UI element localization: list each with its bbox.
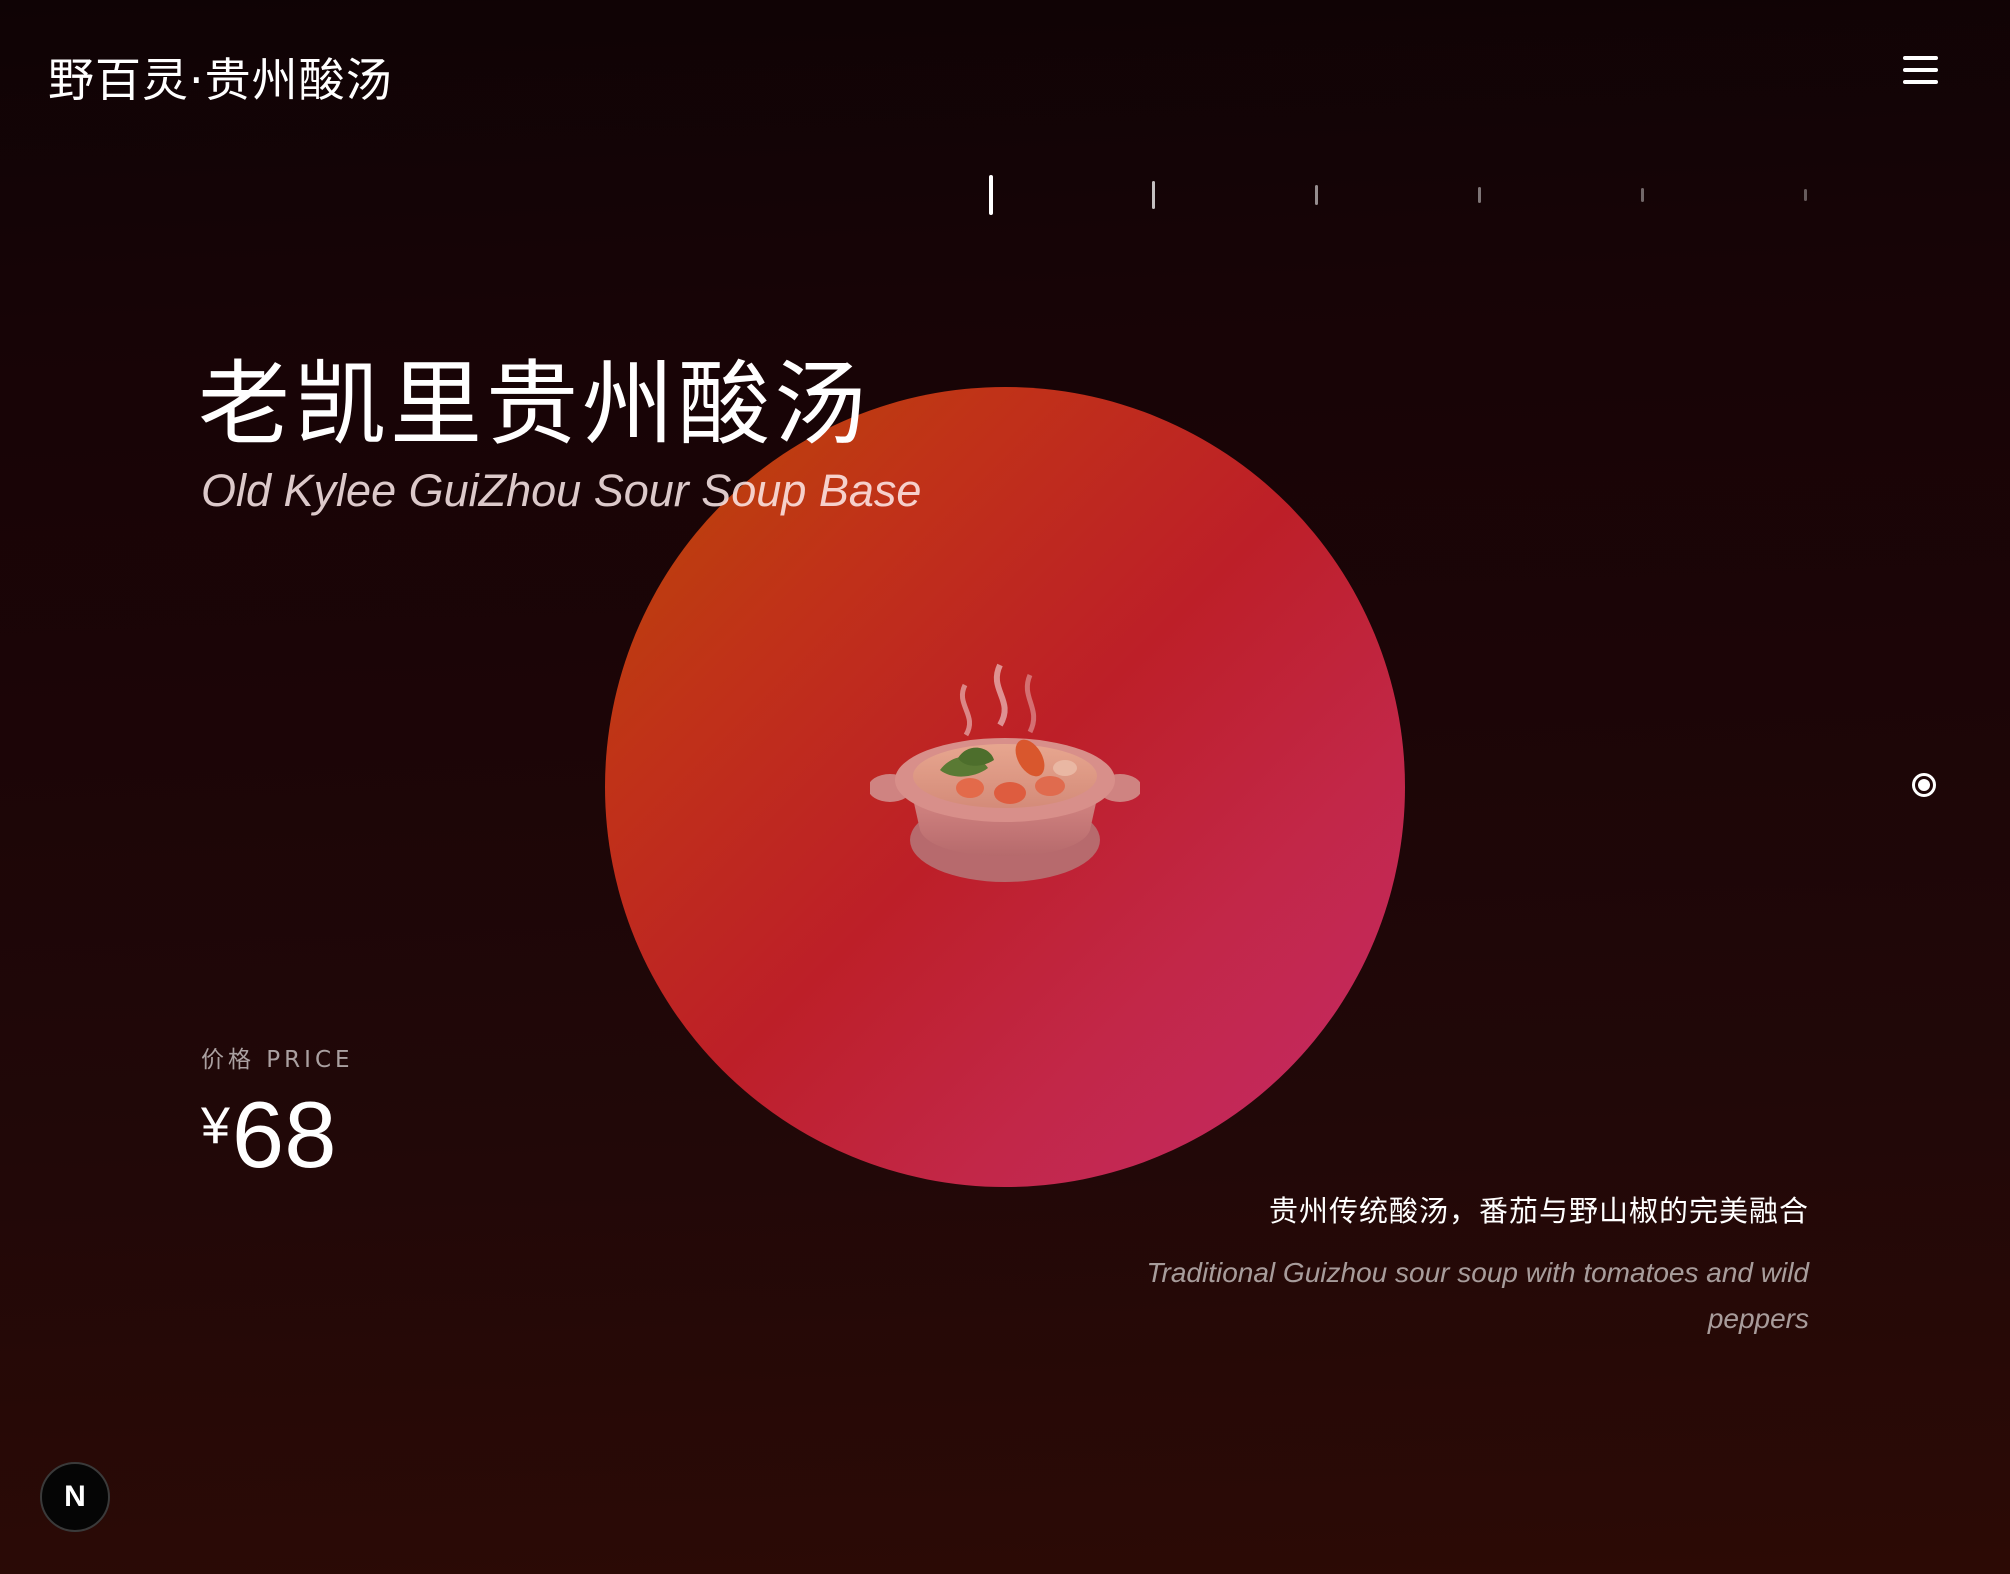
slide-indicator	[975, 170, 1855, 220]
product-title-cn: 老凯里贵州酸汤	[198, 351, 871, 458]
radio-dot-inner	[1918, 779, 1930, 791]
price-amount: 68	[231, 1082, 337, 1187]
menu-line-top	[1903, 56, 1938, 60]
product-title-en: Old Kylee GuiZhou Sour Soup Base	[201, 465, 922, 516]
n-logo-badge[interactable]: N	[40, 1462, 110, 1532]
currency-symbol: ¥	[201, 1097, 230, 1155]
slide-tick-5[interactable]	[1627, 170, 1657, 220]
slide-tick-4[interactable]	[1464, 170, 1494, 220]
slide-tick-1-active[interactable]	[975, 170, 1005, 220]
side-navigation-dot[interactable]	[1912, 773, 1936, 797]
slide-tick-6[interactable]	[1790, 170, 1820, 220]
sour-soup-pot-image	[870, 663, 1140, 882]
brand-title[interactable]: 野百灵·贵州酸汤	[48, 44, 393, 110]
price-label: 价格 PRICE	[201, 1047, 354, 1073]
slide-tick-3[interactable]	[1301, 170, 1331, 220]
n-badge-label: N	[64, 1480, 86, 1513]
product-description-en: Traditional Guizhou sour soup with tomat…	[1146, 1257, 1810, 1334]
hamburger-menu-icon[interactable]	[1900, 52, 1940, 88]
price-value: ¥68	[201, 1080, 336, 1190]
menu-line-bottom	[1903, 80, 1938, 84]
menu-line-middle	[1903, 68, 1938, 72]
product-description-cn: 贵州传统酸汤，番茄与野山椒的完美融合	[1268, 1194, 1809, 1228]
slide-tick-2[interactable]	[1138, 170, 1168, 220]
